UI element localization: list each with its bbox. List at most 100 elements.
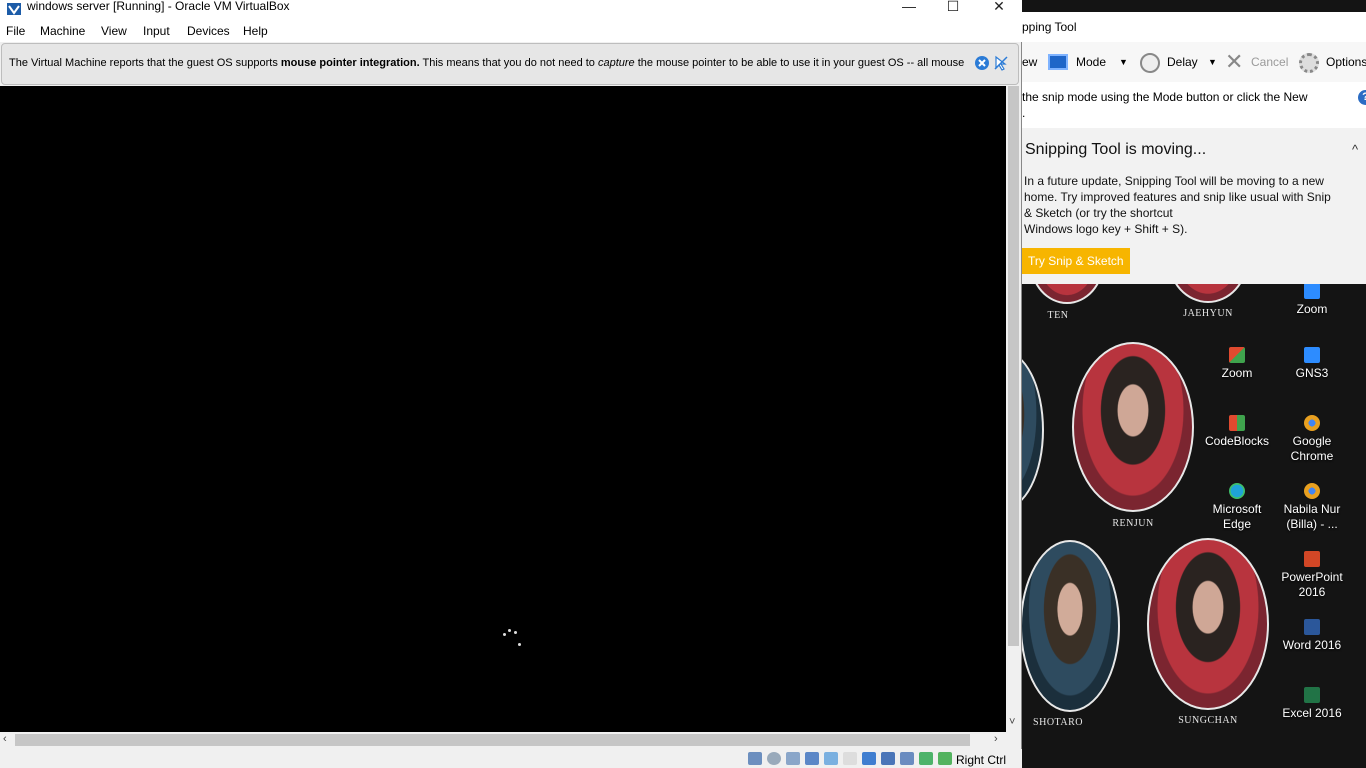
virtualbox-window: windows server [Running] - Oracle VM Vir… xyxy=(0,0,1022,768)
portrait-name-sungchan: SUNGCHAN xyxy=(1178,715,1238,726)
snipping-tool-moving-panel: Snipping Tool is moving... ^ In a future… xyxy=(1022,128,1366,284)
guest-display[interactable] xyxy=(0,86,1006,732)
zoom-app-icon xyxy=(1229,347,1245,363)
menu-machine[interactable]: Machine xyxy=(40,24,85,38)
desktop-icon-label: Nabila Nur xyxy=(1283,502,1341,516)
portrait-name-jaehyun: JAEHYUN xyxy=(1183,308,1233,319)
collapse-chevron-icon[interactable]: ^ xyxy=(1352,142,1358,157)
hard-disk-icon[interactable] xyxy=(748,752,762,765)
menu-help[interactable]: Help xyxy=(243,24,268,38)
codeblocks-icon xyxy=(1229,415,1245,431)
gns3-icon xyxy=(1304,347,1320,363)
loading-spinner-dot xyxy=(503,633,506,636)
notice-close-icon[interactable] xyxy=(974,55,990,71)
title-bar: windows server [Running] - Oracle VM Vir… xyxy=(0,0,1022,20)
horizontal-scrollbar[interactable]: ‹ › xyxy=(0,732,1006,749)
scroll-left-arrow-icon[interactable]: ‹ xyxy=(3,733,7,745)
portrait-sungchan xyxy=(1147,538,1269,710)
menu-devices[interactable]: Devices xyxy=(187,24,230,38)
minimize-button[interactable]: — xyxy=(886,0,932,18)
desktop-icon-powerpoint[interactable]: PowerPoint 2016 xyxy=(1274,551,1350,600)
desktop-icon-excel[interactable]: Excel 2016 xyxy=(1274,687,1350,721)
panel-body-line-4: Windows logo key + Shift + S). xyxy=(1024,222,1188,236)
cpu-icon[interactable] xyxy=(919,752,933,765)
desktop-icon-label: Excel 2016 xyxy=(1282,706,1342,720)
scroll-right-arrow-icon[interactable]: › xyxy=(994,733,998,745)
desktop-icon-gns3[interactable]: GNS3 xyxy=(1274,347,1350,381)
menu-file[interactable]: File xyxy=(6,24,25,38)
desktop-icon-edge[interactable]: Microsoft Edge xyxy=(1199,483,1275,532)
vertical-scrollbar[interactable]: ˅ xyxy=(1006,86,1020,732)
desktop-icon-label-2: Chrome xyxy=(1290,449,1334,463)
desktop-icon-codeblocks[interactable]: CodeBlocks xyxy=(1199,415,1275,449)
horizontal-scroll-thumb[interactable] xyxy=(15,734,970,746)
desktop-icon-zoom-top[interactable]: Zoom xyxy=(1274,283,1350,317)
maximize-button[interactable]: ☐ xyxy=(930,0,976,18)
snipping-tool-window: pping Tool ew Mode ▼ Delay ▼ ✕ Cancel Op… xyxy=(1022,12,1366,284)
mode-dropdown-icon[interactable]: ▼ xyxy=(1119,57,1128,67)
mouse-integration-icon[interactable] xyxy=(993,55,1009,71)
mouse-integration-notice: The Virtual Machine reports that the gue… xyxy=(1,43,1019,85)
desktop-icon-word[interactable]: Word 2016 xyxy=(1274,619,1350,653)
shared-folders-icon[interactable] xyxy=(843,752,857,765)
snip-hint-text-2: . xyxy=(1022,106,1026,120)
menu-view[interactable]: View xyxy=(101,24,127,38)
notice-text-1: The Virtual Machine reports that the gue… xyxy=(9,57,281,69)
snipping-tool-toolbar: ew Mode ▼ Delay ▼ ✕ Cancel Options xyxy=(1022,42,1366,82)
desktop-icon-label-2: 2016 xyxy=(1298,585,1326,599)
desktop-icon-label: GNS3 xyxy=(1295,366,1329,380)
menu-input[interactable]: Input xyxy=(143,24,170,38)
try-snip-sketch-button[interactable]: Try Snip & Sketch xyxy=(1022,248,1130,274)
vertical-scroll-thumb[interactable] xyxy=(1008,86,1019,646)
host-key-label: Right Ctrl xyxy=(956,753,1007,767)
notice-text: The Virtual Machine reports that the gue… xyxy=(9,57,964,69)
panel-body-line-2: home. Try improved features and snip lik… xyxy=(1024,190,1331,204)
new-button[interactable]: ew xyxy=(1022,55,1037,69)
desktop-icon-zoom[interactable]: Zoom xyxy=(1199,347,1275,381)
desktop-icon-label: CodeBlocks xyxy=(1204,434,1270,448)
optical-drive-icon[interactable] xyxy=(767,752,781,765)
desktop-icon-label: Zoom xyxy=(1221,366,1253,380)
portrait-name-shotaro: SHOTARO xyxy=(1033,717,1083,728)
powerpoint-icon xyxy=(1304,551,1320,567)
cancel-button[interactable]: Cancel xyxy=(1251,55,1288,69)
panel-body: In a future update, Snipping Tool will b… xyxy=(1024,173,1344,237)
portrait-name-ten: TEN xyxy=(1047,310,1069,321)
video-capture-icon[interactable] xyxy=(881,752,895,765)
menu-bar: File Machine View Input Devices Help xyxy=(0,20,1022,42)
panel-heading: Snipping Tool is moving... xyxy=(1025,141,1207,158)
desktop-icon-label: Google xyxy=(1292,434,1332,448)
snip-hint-text: the snip mode using the Mode button or c… xyxy=(1022,90,1308,104)
audio-icon[interactable] xyxy=(786,752,800,765)
close-button[interactable]: ✕ xyxy=(976,0,1022,18)
usb-icon[interactable] xyxy=(824,752,838,765)
zoom-icon xyxy=(1304,283,1320,299)
mode-button[interactable]: Mode xyxy=(1076,55,1106,69)
cancel-x-icon: ✕ xyxy=(1225,49,1244,74)
word-icon xyxy=(1304,619,1320,635)
delay-clock-icon xyxy=(1140,53,1160,73)
loading-spinner-dot xyxy=(518,643,521,646)
status-bar: Right Ctrl xyxy=(0,749,1022,768)
options-gear-icon xyxy=(1299,53,1319,73)
virtualbox-logo-icon xyxy=(7,3,21,15)
display-icon[interactable] xyxy=(862,752,876,765)
help-icon[interactable]: ? xyxy=(1358,90,1366,105)
desktop-icon-chrome[interactable]: Google Chrome xyxy=(1274,415,1350,464)
notice-text-italic: capture xyxy=(597,57,635,69)
loading-spinner-dot xyxy=(514,631,517,634)
network-icon[interactable] xyxy=(805,752,819,765)
panel-body-line-1: In a future update, Snipping Tool will b… xyxy=(1024,174,1324,188)
portrait-shotaro xyxy=(1020,540,1120,712)
delay-dropdown-icon[interactable]: ▼ xyxy=(1208,57,1217,67)
window-title: windows server [Running] - Oracle VM Vir… xyxy=(27,0,290,13)
notice-text-2: This means that you do not need to xyxy=(419,57,598,69)
loading-spinner-dot xyxy=(508,629,511,632)
desktop-icon-label: Word 2016 xyxy=(1282,638,1342,652)
scroll-down-arrow-icon[interactable]: ˅ xyxy=(1009,716,1015,728)
desktop-icon-nabila[interactable]: Nabila Nur (Billa) - ... xyxy=(1274,483,1350,532)
options-button[interactable]: Options xyxy=(1326,55,1366,69)
mouse-integration-status-icon[interactable] xyxy=(938,752,952,765)
virtualization-icon[interactable] xyxy=(900,752,914,765)
delay-button[interactable]: Delay xyxy=(1167,55,1198,69)
